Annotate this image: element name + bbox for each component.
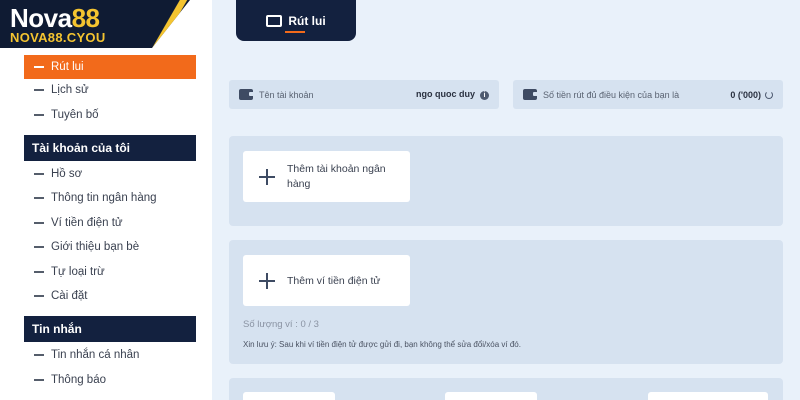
sidebar-item-label: Ví tiền điện tử xyxy=(51,217,123,229)
dash-icon xyxy=(34,354,44,356)
wallet-icon xyxy=(523,89,538,100)
sidebar-item-profile[interactable]: Hồ sơ xyxy=(24,162,196,186)
eligible-amount-label: Số tiền rút đủ điều kiện của bạn là xyxy=(543,89,680,100)
sidebar-item-notifications[interactable]: Thông báo xyxy=(24,368,196,392)
logo[interactable]: Nova88 NOVA88.CYOU xyxy=(0,0,190,48)
sidebar-item-label: Tin nhắn cá nhân xyxy=(51,349,140,361)
logo-domain: NOVA88.CYOU xyxy=(10,30,106,45)
dash-icon xyxy=(34,66,44,68)
sidebar-item-self-exclusion[interactable]: Tự loại trừ xyxy=(24,260,196,284)
add-bank-account-button[interactable]: Thêm tài khoản ngân hàng xyxy=(243,151,410,202)
tab-withdraw[interactable]: Rút lui xyxy=(236,0,356,41)
add-ewallet-label: Thêm ví tiền điện tử xyxy=(287,274,381,287)
tab-underline xyxy=(285,31,305,33)
dash-icon xyxy=(34,114,44,116)
bottom-card[interactable] xyxy=(648,392,768,400)
logo-stripe xyxy=(150,0,190,48)
sidebar-item-label: Thông báo xyxy=(51,374,106,386)
section-my-account: Tài khoản của tôi xyxy=(24,135,196,161)
dash-icon xyxy=(34,173,44,175)
dash-icon xyxy=(34,222,44,224)
sidebar-item-label: Hồ sơ xyxy=(51,168,83,180)
sidebar-item-history[interactable]: Lịch sử xyxy=(24,78,196,102)
sidebar-item-withdraw[interactable]: Rút lui xyxy=(24,55,196,79)
refresh-icon[interactable] xyxy=(765,91,773,100)
sidebar-item-label: Cài đặt xyxy=(51,290,88,302)
withdraw-icon xyxy=(266,14,283,27)
dash-icon xyxy=(34,246,44,248)
info-icon[interactable]: i xyxy=(480,90,489,100)
sidebar-item-label: Lịch sử xyxy=(51,84,89,96)
plus-icon xyxy=(259,272,275,289)
add-bank-account-label: Thêm tài khoản ngân hàng xyxy=(287,162,386,190)
bottom-card[interactable] xyxy=(243,392,335,400)
sidebar-item-ewallet[interactable]: Ví tiền điện tử xyxy=(24,211,196,235)
sidebar-item-label: Tuyên bố xyxy=(51,109,99,121)
tab-label: Rút lui xyxy=(288,13,326,28)
section-messages: Tin nhắn xyxy=(24,316,196,342)
sidebar-item-settings[interactable]: Cài đặt xyxy=(24,284,196,308)
add-ewallet-button[interactable]: Thêm ví tiền điện tử xyxy=(243,255,410,306)
sidebar-item-personal-messages[interactable]: Tin nhắn cá nhân xyxy=(24,343,196,367)
eligible-amount-box: Số tiền rút đủ điều kiện của bạn là 0 ('… xyxy=(513,80,783,109)
dash-icon xyxy=(34,89,44,91)
sidebar-item-label: Tự loại trừ xyxy=(51,266,105,278)
plus-icon xyxy=(259,168,275,185)
sidebar: Nova88 NOVA88.CYOU Rút lui Lịch sử Tuyên… xyxy=(0,0,212,400)
bottom-card[interactable] xyxy=(445,392,537,400)
account-name-box: Tên tài khoản ngo quoc duy i xyxy=(229,80,499,109)
account-name-value: ngo quoc duy xyxy=(416,89,475,100)
sidebar-item-statement[interactable]: Tuyên bố xyxy=(24,103,196,127)
sidebar-item-label: Rút lui xyxy=(51,61,84,73)
eligible-amount-value: 0 ('000) xyxy=(730,89,761,100)
sidebar-item-bank-info[interactable]: Thông tin ngân hàng xyxy=(24,186,196,210)
sidebar-item-referral[interactable]: Giới thiệu bạn bè xyxy=(24,235,196,259)
dash-icon xyxy=(34,379,44,381)
dash-icon xyxy=(34,295,44,297)
logo-name: Nova xyxy=(10,3,72,33)
wallet-count: Số lượng ví : 0 / 3 xyxy=(243,319,319,330)
ewallet-note: Xin lưu ý: Sau khi ví tiền điện tử được … xyxy=(243,340,521,349)
wallet-icon xyxy=(239,89,254,100)
logo-number: 88 xyxy=(71,3,100,33)
sidebar-item-label: Giới thiệu bạn bè xyxy=(51,241,140,253)
sidebar-item-label: Thông tin ngân hàng xyxy=(51,192,157,204)
dash-icon xyxy=(34,271,44,273)
account-name-label: Tên tài khoản xyxy=(259,89,314,100)
dash-icon xyxy=(34,197,44,199)
